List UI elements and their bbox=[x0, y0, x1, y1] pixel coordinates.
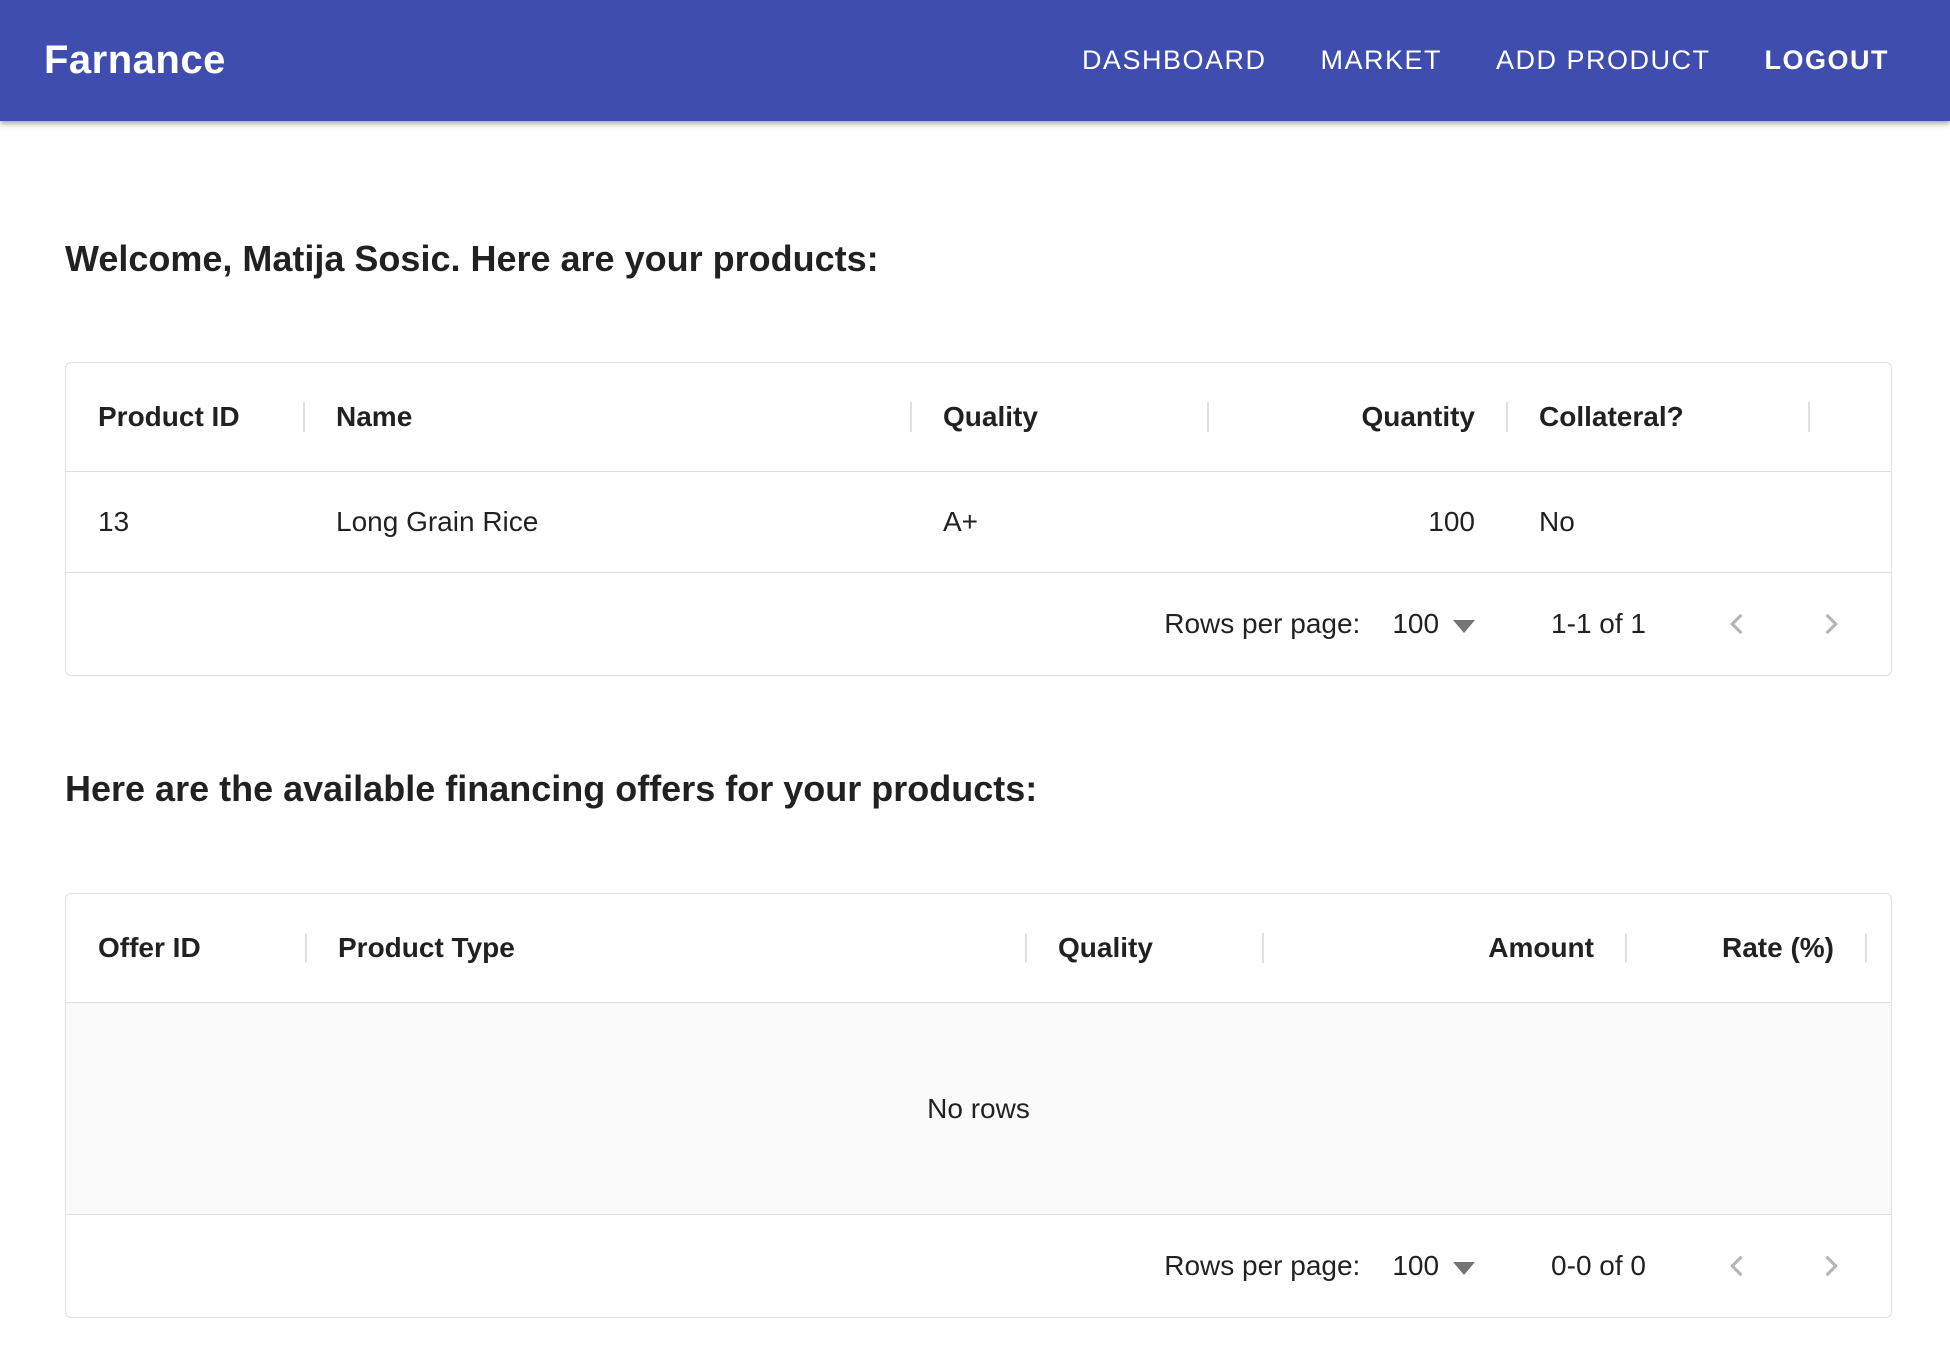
rows-per-page-value: 100 bbox=[1392, 1250, 1439, 1282]
column-header-rate[interactable]: Rate (%) bbox=[1626, 894, 1866, 1002]
chevron-right-icon bbox=[1814, 1249, 1848, 1283]
caret-down-icon bbox=[1453, 1262, 1475, 1275]
pagination-range: 1-1 of 1 bbox=[1551, 608, 1646, 640]
brand-logo[interactable]: Farnance bbox=[44, 38, 226, 83]
main-content: Welcome, Matija Sosic. Here are your pro… bbox=[0, 238, 1950, 1318]
column-header-quality[interactable]: Quality bbox=[911, 363, 1208, 471]
next-page-button[interactable] bbox=[1801, 1236, 1861, 1296]
next-page-button[interactable] bbox=[1801, 594, 1861, 654]
no-rows-text: No rows bbox=[927, 1093, 1030, 1125]
column-header-name[interactable]: Name bbox=[304, 363, 911, 471]
offers-heading: Here are the available financing offers … bbox=[65, 768, 1892, 810]
column-header-quality[interactable]: Quality bbox=[1026, 894, 1263, 1002]
column-header-product-id[interactable]: Product ID bbox=[66, 363, 304, 471]
previous-page-button[interactable] bbox=[1707, 1236, 1767, 1296]
main-nav: DASHBOARD MARKET ADD PRODUCT LOGOUT bbox=[1082, 45, 1889, 76]
column-header-collateral[interactable]: Collateral? bbox=[1507, 363, 1809, 471]
products-heading: Welcome, Matija Sosic. Here are your pro… bbox=[65, 238, 1892, 280]
products-table: Product ID Name Quality Quantity Collate… bbox=[65, 362, 1892, 676]
cell-name: Long Grain Rice bbox=[304, 472, 911, 572]
nav-add-product[interactable]: ADD PRODUCT bbox=[1496, 45, 1711, 76]
no-rows-overlay: No rows bbox=[66, 1003, 1891, 1215]
column-header-offer-id[interactable]: Offer ID bbox=[66, 894, 306, 1002]
nav-market[interactable]: MARKET bbox=[1320, 45, 1442, 76]
previous-page-button[interactable] bbox=[1707, 594, 1767, 654]
row-filler bbox=[1809, 472, 1891, 572]
offers-table-header: Offer ID Product Type Quality Amount Rat… bbox=[66, 894, 1891, 1003]
chevron-left-icon bbox=[1720, 607, 1754, 641]
caret-down-icon bbox=[1453, 620, 1475, 633]
nav-logout[interactable]: LOGOUT bbox=[1765, 45, 1890, 76]
rows-per-page-select[interactable]: 100 bbox=[1392, 608, 1475, 640]
chevron-right-icon bbox=[1814, 607, 1848, 641]
cell-quantity: 100 bbox=[1208, 472, 1507, 572]
rows-per-page-label: Rows per page: bbox=[1164, 1250, 1360, 1282]
products-table-header: Product ID Name Quality Quantity Collate… bbox=[66, 363, 1891, 472]
rows-per-page-value: 100 bbox=[1392, 608, 1439, 640]
column-header-amount[interactable]: Amount bbox=[1263, 894, 1626, 1002]
chevron-left-icon bbox=[1720, 1249, 1754, 1283]
offers-table-pagination: Rows per page: 100 0-0 of 0 bbox=[66, 1215, 1891, 1317]
cell-collateral: No bbox=[1507, 472, 1809, 572]
cell-product-id: 13 bbox=[66, 472, 304, 572]
pagination-range: 0-0 of 0 bbox=[1551, 1250, 1646, 1282]
header-filler bbox=[1866, 894, 1891, 1002]
offers-table: Offer ID Product Type Quality Amount Rat… bbox=[65, 893, 1892, 1318]
header-filler bbox=[1809, 363, 1891, 471]
column-header-quantity[interactable]: Quantity bbox=[1208, 363, 1507, 471]
cell-quality: A+ bbox=[911, 472, 1208, 572]
app-bar: Farnance DASHBOARD MARKET ADD PRODUCT LO… bbox=[0, 0, 1950, 121]
column-header-product-type[interactable]: Product Type bbox=[306, 894, 1026, 1002]
table-row[interactable]: 13 Long Grain Rice A+ 100 No bbox=[66, 472, 1891, 573]
rows-per-page-select[interactable]: 100 bbox=[1392, 1250, 1475, 1282]
products-table-pagination: Rows per page: 100 1-1 of 1 bbox=[66, 573, 1891, 675]
nav-dashboard[interactable]: DASHBOARD bbox=[1082, 45, 1267, 76]
rows-per-page-label: Rows per page: bbox=[1164, 608, 1360, 640]
